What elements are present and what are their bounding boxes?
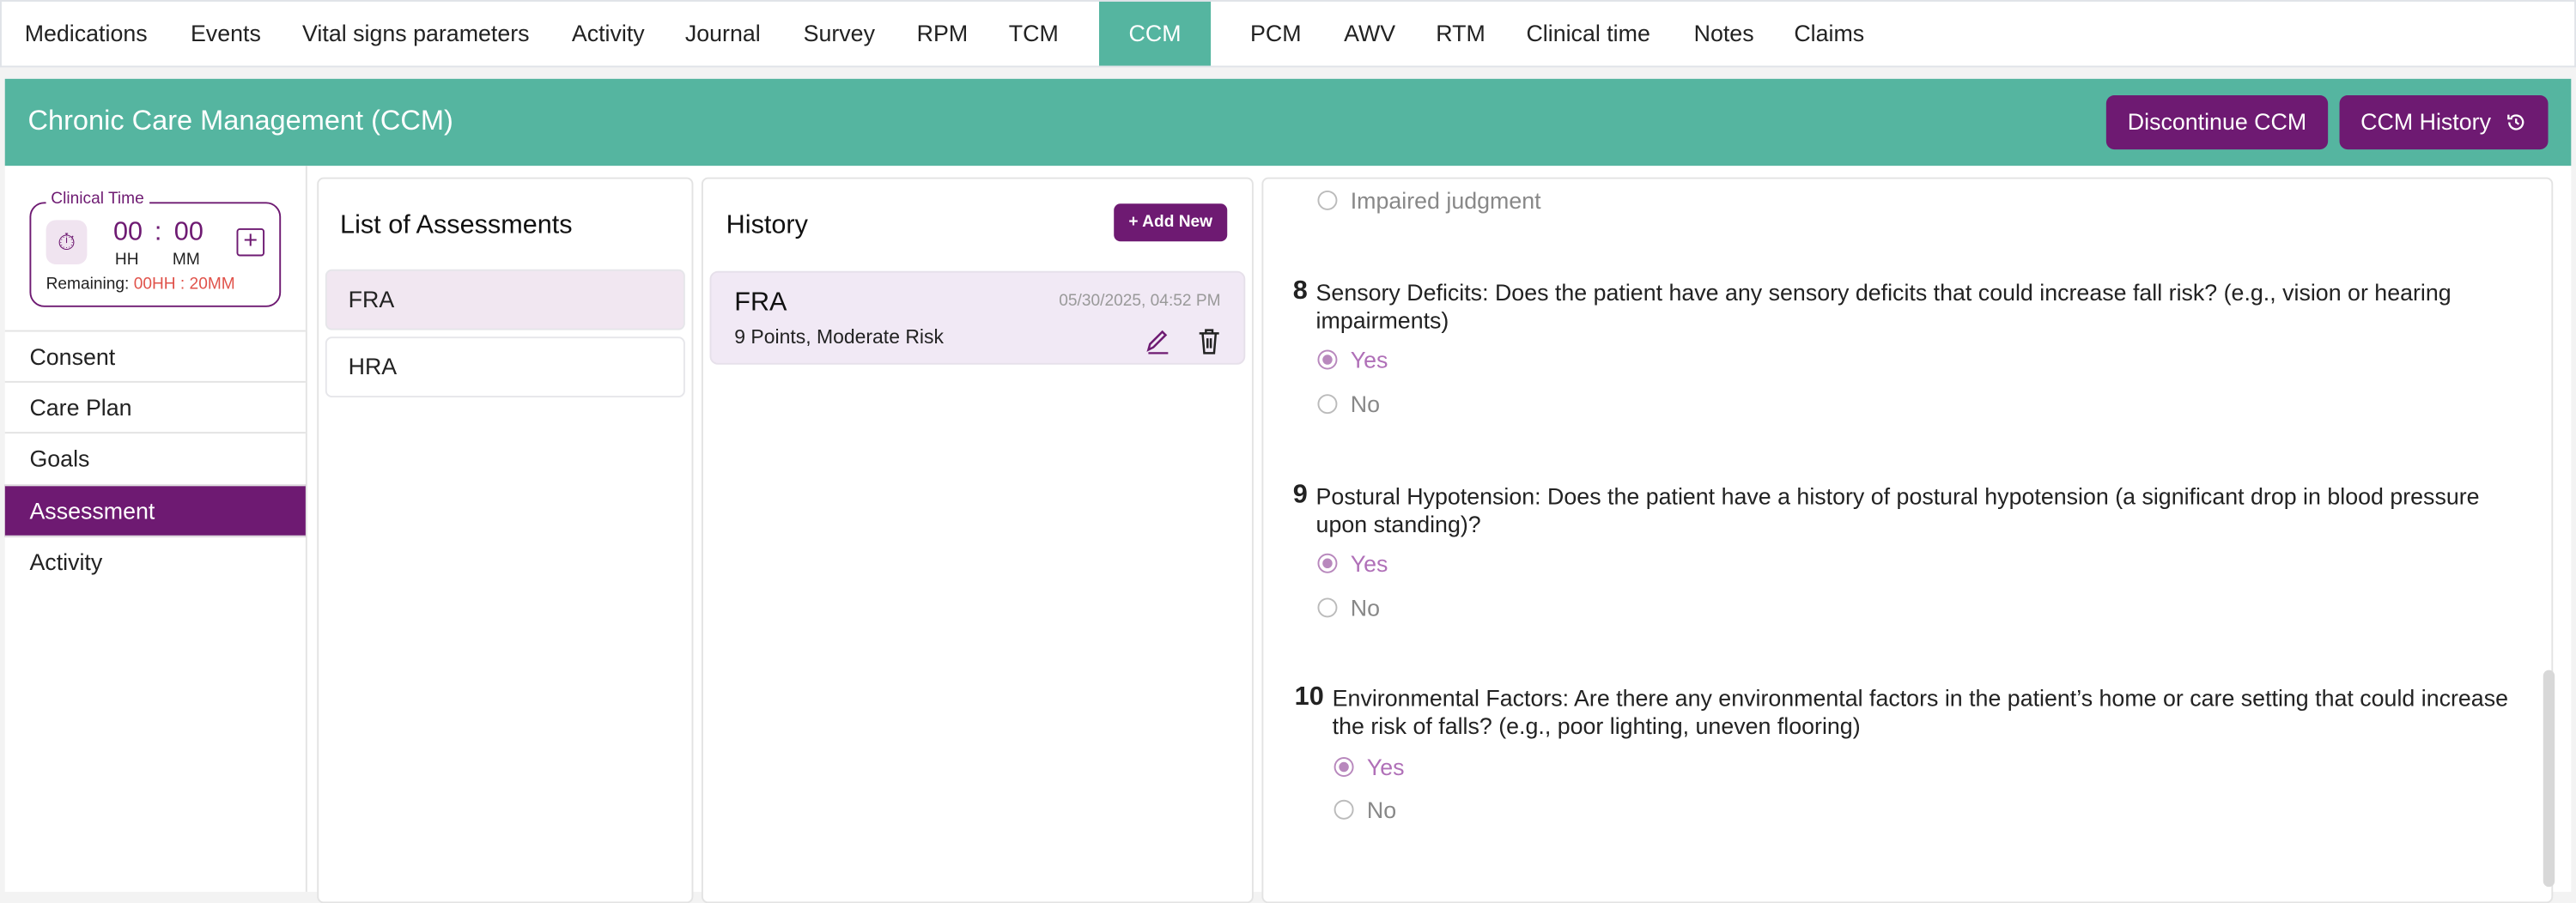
history-card-date: 05/30/2025, 04:52 PM: [1059, 292, 1221, 311]
option-label: Impaired judgment: [1350, 187, 1541, 214]
history-card-name: FRA: [734, 288, 787, 318]
radio-q8-no[interactable]: [1317, 394, 1338, 415]
hh-label: HH: [114, 251, 139, 270]
sidebar-item-label: Consent: [29, 342, 116, 370]
sidebar-item-activity[interactable]: Activity: [4, 535, 306, 588]
history-panel: History + Add New FRA 05/30/2025, 04:52 …: [701, 177, 1254, 903]
edit-icon[interactable]: [1145, 329, 1170, 355]
option-label: Yes: [1350, 549, 1388, 577]
assessments-panel: List of Assessments FRA HRA: [317, 177, 694, 903]
delete-icon[interactable]: [1198, 327, 1221, 355]
clinical-time-hh: 00: [113, 218, 143, 246]
radio-q8-yes[interactable]: [1317, 349, 1338, 370]
sidebar-item-goals[interactable]: Goals: [4, 432, 306, 484]
tab-claims[interactable]: Claims: [1794, 2, 1864, 66]
assessment-form: Impaired judgment 8 Sensory Deficits: Do…: [1261, 177, 2554, 903]
option-label: No: [1366, 796, 1397, 823]
question-number: 8: [1292, 277, 1308, 306]
tab-events[interactable]: Events: [191, 2, 261, 66]
tab-ccm[interactable]: CCM: [1098, 1, 1212, 66]
page-header: Chronic Care Management (CCM) Discontinu…: [4, 78, 2572, 167]
scrollbar[interactable]: [2543, 670, 2555, 888]
history-card-summary: 9 Points, Moderate Risk: [734, 324, 944, 348]
clinical-time-mm: 00: [173, 218, 204, 246]
tab-rtm[interactable]: RTM: [1436, 2, 1485, 66]
assessment-label: HRA: [348, 353, 398, 379]
assessment-item-hra[interactable]: HRA: [325, 336, 685, 398]
clinical-timer-icon: ⏱: [46, 220, 88, 265]
tab-vital-signs-parameters[interactable]: Vital signs parameters: [302, 2, 530, 66]
question-number: 9: [1292, 481, 1308, 510]
clinical-time-separator: :: [154, 218, 162, 246]
tab-medications[interactable]: Medications: [25, 2, 148, 66]
tab-rpm[interactable]: RPM: [917, 2, 969, 66]
option-label: No: [1350, 594, 1380, 621]
radio-q9-no[interactable]: [1317, 597, 1338, 618]
mm-label: MM: [172, 251, 200, 270]
clinical-time-widget: Clinical Time ⏱ 00 : 00 HH MM + Remainin…: [29, 190, 282, 307]
option-label: No: [1350, 391, 1380, 417]
sidebar-item-care-plan[interactable]: Care Plan: [4, 380, 306, 433]
radio-impaired-judgment[interactable]: [1317, 190, 1338, 210]
question-text: Sensory Deficits: Does the patient have …: [1315, 279, 2451, 334]
add-time-button[interactable]: +: [236, 227, 265, 257]
sidebar-item-consent[interactable]: Consent: [4, 330, 306, 383]
clinical-time-label: Clinical Time: [46, 190, 149, 209]
history-icon: [2507, 114, 2524, 130]
tab-tcm[interactable]: TCM: [1009, 2, 1059, 66]
tab-clinical-time[interactable]: Clinical time: [1526, 2, 1649, 66]
sidebar-item-assessment[interactable]: Assessment: [4, 484, 306, 537]
assessment-label: FRA: [348, 285, 395, 312]
option-label: Yes: [1366, 754, 1405, 780]
radio-q9-yes[interactable]: [1317, 553, 1338, 573]
page-title: Chronic Care Management (CCM): [27, 105, 453, 136]
tab-notes[interactable]: Notes: [1694, 2, 1754, 66]
option-label: Yes: [1350, 346, 1388, 373]
history-title: History: [726, 211, 808, 240]
question-number: 10: [1294, 682, 1324, 712]
tab-bar: Medications Events Vital signs parameter…: [0, 0, 2576, 68]
sidebar-item-label: Goals: [29, 445, 90, 472]
tab-awv[interactable]: AWV: [1344, 2, 1395, 66]
discontinue-ccm-button[interactable]: Discontinue CCM: [2105, 94, 2329, 150]
tab-journal[interactable]: Journal: [685, 2, 761, 66]
ccm-history-button[interactable]: CCM History: [2339, 94, 2549, 150]
remaining-label: Remaining:: [46, 276, 130, 294]
tab-activity[interactable]: Activity: [572, 2, 645, 66]
ccm-history-label: CCM History: [2360, 108, 2491, 135]
tab-pcm[interactable]: PCM: [1250, 2, 1302, 66]
add-new-button[interactable]: + Add New: [1114, 203, 1228, 242]
radio-q10-yes[interactable]: [1334, 757, 1354, 777]
sidebar-item-label: Assessment: [29, 497, 155, 524]
history-card[interactable]: FRA 05/30/2025, 04:52 PM 9 Points, Moder…: [709, 270, 1246, 365]
assessments-title: List of Assessments: [340, 211, 573, 240]
question-text: Postural Hypotension: Does the patient h…: [1315, 482, 2480, 537]
sidebar: Clinical Time ⏱ 00 : 00 HH MM + Remainin…: [4, 166, 307, 892]
remaining-value: 00HH : 20MM: [133, 276, 235, 294]
radio-q10-no[interactable]: [1334, 799, 1354, 820]
tab-survey[interactable]: Survey: [804, 2, 875, 66]
assessment-item-fra[interactable]: FRA: [325, 269, 685, 330]
question-text: Environmental Factors: Are there any env…: [1332, 684, 2509, 739]
sidebar-item-label: Activity: [29, 548, 103, 575]
sidebar-item-label: Care Plan: [29, 394, 132, 421]
